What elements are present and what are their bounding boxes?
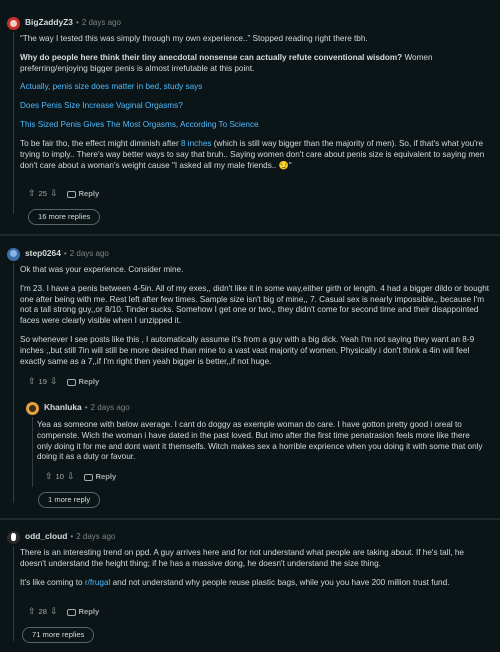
thread-line[interactable] — [32, 417, 33, 487]
divider — [0, 234, 500, 236]
downvote-icon[interactable]: ⇩ — [50, 188, 58, 200]
upvote-icon[interactable]: ⇧ — [28, 188, 36, 200]
timestamp: 2 days ago — [81, 17, 121, 27]
vote-count: 10 — [55, 471, 64, 481]
reply-button[interactable]: Reply — [79, 189, 100, 199]
timestamp: 2 days ago — [90, 402, 130, 412]
upvote-icon[interactable]: ⇧ — [28, 376, 36, 388]
divider — [0, 518, 500, 520]
comment-text: There is an interesting trend on ppd. A … — [20, 548, 464, 568]
more-replies-button[interactable]: 16 more replies — [28, 209, 101, 226]
username[interactable]: Khanluka — [44, 402, 82, 413]
comment-text: Yea as someone with below average. I can… — [37, 420, 483, 462]
comment-text: So whenever I see posts like this , I au… — [20, 335, 475, 366]
timestamp: 2 days ago — [76, 531, 116, 541]
comment-text: It's like coming to r/frugal and not und… — [20, 577, 450, 587]
comment-text: I'm 23. I have a penis between 4-5in. Al… — [20, 283, 490, 326]
avatar[interactable] — [26, 401, 39, 415]
upvote-icon[interactable]: ⇧ — [45, 471, 53, 483]
vote-count: 19 — [38, 376, 47, 386]
study-link[interactable]: Does Penis Size Increase Vaginal Orgasms… — [20, 101, 490, 112]
vote-count: 25 — [38, 188, 47, 198]
timestamp: 2 days ago — [69, 248, 109, 258]
thread-line[interactable] — [13, 263, 14, 503]
study-link[interactable]: This Sized Penis Gives The Most Orgasms,… — [20, 120, 490, 131]
reply-icon[interactable] — [66, 190, 76, 198]
downvote-icon[interactable]: ⇩ — [67, 471, 75, 483]
avatar[interactable] — [7, 16, 20, 30]
avatar[interactable] — [7, 247, 20, 261]
reply-button[interactable]: Reply — [79, 377, 100, 387]
upvote-icon[interactable]: ⇧ — [28, 606, 36, 618]
avatar[interactable] — [7, 530, 20, 544]
comment-actions: ⇧ 28 ⇩ Reply — [28, 606, 99, 618]
thread-line[interactable] — [13, 546, 14, 641]
thread-line[interactable] — [13, 32, 14, 214]
reply-icon[interactable] — [66, 378, 76, 386]
comment-text: Why do people here think their tiny anec… — [20, 52, 433, 73]
reply-icon[interactable] — [66, 608, 76, 616]
subreddit-link[interactable]: r/frugal — [85, 578, 110, 587]
reply-button[interactable]: Reply — [96, 472, 117, 482]
comment-text: “The way I tested this was simply throug… — [20, 34, 368, 43]
comment-actions: ⇧ 25 ⇩ Reply — [28, 188, 99, 200]
downvote-icon[interactable]: ⇩ — [50, 606, 58, 618]
username[interactable]: BigZaddyZ3 — [25, 17, 73, 28]
more-replies-button[interactable]: 1 more reply — [38, 492, 101, 509]
downvote-icon[interactable]: ⇩ — [50, 376, 58, 388]
comment-actions: ⇧ 10 ⇩ Reply — [45, 471, 116, 483]
reply-icon[interactable] — [83, 473, 93, 481]
comment-actions: ⇧ 19 ⇩ Reply — [28, 376, 99, 388]
comment-text: To be fair tho, the effect might diminis… — [20, 138, 485, 170]
username[interactable]: odd_cloud — [25, 531, 67, 542]
username[interactable]: step0264 — [25, 248, 61, 259]
comment-text: Ok that was your experience. Consider mi… — [20, 265, 184, 274]
more-replies-button[interactable]: 71 more replies — [22, 627, 95, 644]
reply-button[interactable]: Reply — [79, 607, 100, 617]
vote-count: 28 — [38, 606, 47, 616]
study-link[interactable]: Actually, penis size does matter in bed,… — [20, 82, 490, 93]
inline-link[interactable]: 8 inches — [181, 139, 212, 148]
